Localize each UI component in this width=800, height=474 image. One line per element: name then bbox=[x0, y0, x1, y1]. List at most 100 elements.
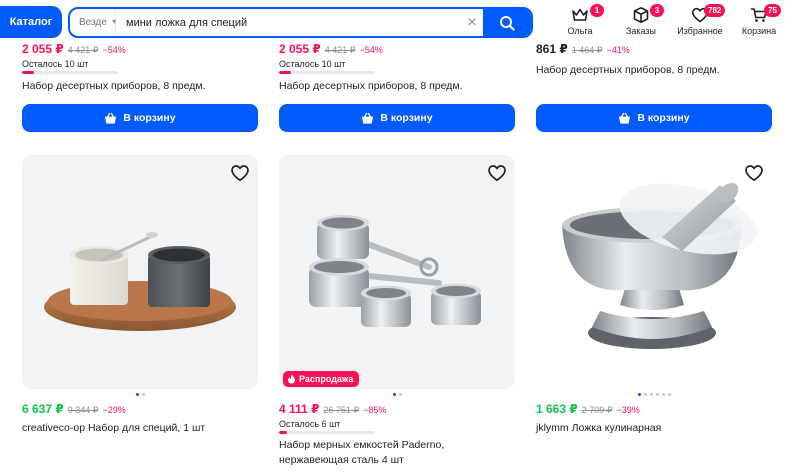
favorite-heart-icon[interactable] bbox=[487, 163, 507, 183]
product-title[interactable]: Набор десертных приборов, 8 предм. bbox=[279, 79, 515, 94]
catalog-button[interactable]: Каталог bbox=[0, 6, 62, 38]
search-scope-label: Везде bbox=[79, 17, 107, 28]
discount: −54% bbox=[102, 45, 126, 55]
orders-badge: 3 bbox=[650, 4, 664, 17]
product-title[interactable]: Набор мерных емкостей Paderno, нержавеющ… bbox=[279, 438, 515, 468]
nav-favorites-label: Избранное bbox=[677, 26, 723, 36]
add-to-cart-button[interactable]: В корзину bbox=[22, 104, 258, 132]
spice-jar-set-image bbox=[44, 232, 236, 331]
current-price: 6 637 ₽ bbox=[22, 402, 64, 416]
stock-bar bbox=[22, 71, 118, 74]
price-row: 1 663 ₽ 2 709 ₽ −39% bbox=[536, 402, 772, 416]
product-card[interactable]: 2 055 ₽ 4 421 ₽ −54% Осталось 10 шт Набо… bbox=[279, 42, 515, 94]
price-row: 6 637 ₽ 9 344 ₽ −29% bbox=[22, 402, 258, 416]
search-button[interactable] bbox=[483, 9, 531, 36]
sale-badge: Распродажа bbox=[283, 371, 360, 387]
header: Каталог Везде ▼ мини ложка для специй × … bbox=[0, 0, 800, 42]
nav-orders-label: Заказы bbox=[625, 26, 657, 36]
image-carousel-dots[interactable] bbox=[22, 393, 258, 396]
mortar-and-pestle-image bbox=[562, 183, 757, 349]
product-image[interactable] bbox=[279, 155, 515, 389]
stock-text: Осталось 10 шт bbox=[22, 59, 89, 69]
add-to-cart-label: В корзину bbox=[637, 112, 690, 124]
old-price: 4 421 ₽ bbox=[67, 45, 99, 55]
search-icon bbox=[500, 15, 515, 31]
current-price: 4 111 ₽ bbox=[279, 402, 320, 416]
favorite-heart-icon[interactable] bbox=[230, 163, 250, 183]
basket-icon bbox=[105, 112, 117, 124]
product-image[interactable] bbox=[536, 155, 772, 389]
product-image[interactable] bbox=[22, 155, 258, 389]
search-bar: Везде ▼ мини ложка для специй × bbox=[68, 7, 533, 38]
clear-icon[interactable]: × bbox=[461, 14, 483, 31]
price-row: 861 ₽ 1 464 ₽ −41% bbox=[536, 42, 772, 56]
box-icon bbox=[633, 7, 649, 23]
current-price: 2 055 ₽ bbox=[22, 42, 64, 56]
add-to-cart-button[interactable]: В корзину bbox=[536, 104, 772, 132]
carousel-dot[interactable] bbox=[637, 393, 641, 396]
carousel-dot[interactable] bbox=[667, 393, 671, 396]
old-price: 4 421 ₽ bbox=[324, 45, 356, 55]
add-to-cart-label: В корзину bbox=[380, 112, 433, 124]
product-card[interactable]: 2 055 ₽ 4 421 ₽ −54% Осталось 10 шт Набо… bbox=[22, 42, 258, 94]
add-to-cart-button[interactable]: В корзину bbox=[279, 104, 515, 132]
carousel-dot[interactable] bbox=[643, 393, 647, 396]
nav-cart-label: Корзина bbox=[741, 26, 777, 36]
carousel-dot[interactable] bbox=[649, 393, 653, 396]
price-row: 2 055 ₽ 4 421 ₽ −54% bbox=[279, 42, 515, 56]
product-card[interactable]: 4 111 ₽ 26 751 ₽ −85% Осталось 6 шт Набо… bbox=[279, 402, 515, 468]
nav-favorites[interactable]: Избранное 782 bbox=[674, 4, 726, 40]
measuring-cups-image bbox=[309, 215, 481, 327]
add-to-cart-label: В корзину bbox=[123, 112, 176, 124]
current-price: 1 663 ₽ bbox=[536, 402, 578, 416]
cart-badge: 75 bbox=[764, 4, 781, 17]
product-title[interactable]: Набор десертных приборов, 8 предм. bbox=[22, 79, 258, 94]
old-price: 2 709 ₽ bbox=[581, 405, 613, 415]
nav-orders[interactable]: Заказы 3 bbox=[620, 4, 664, 40]
stock-text: Осталось 6 шт bbox=[279, 419, 341, 429]
old-price: 9 344 ₽ bbox=[67, 405, 99, 415]
sale-badge-label: Распродажа bbox=[299, 374, 354, 384]
search-scope-dropdown[interactable]: Везде ▼ bbox=[70, 9, 118, 36]
image-carousel-dots[interactable] bbox=[279, 393, 515, 396]
image-carousel-dots[interactable] bbox=[536, 393, 772, 396]
flame-icon bbox=[288, 374, 295, 384]
carousel-dot[interactable] bbox=[135, 393, 139, 396]
product-card[interactable]: 1 663 ₽ 2 709 ₽ −39% jklymm Ложка кулина… bbox=[536, 402, 772, 436]
favorite-heart-icon[interactable] bbox=[744, 163, 764, 183]
stock-fill bbox=[22, 71, 34, 74]
discount: −85% bbox=[363, 405, 387, 415]
current-price: 2 055 ₽ bbox=[279, 42, 321, 56]
stock-bar bbox=[279, 431, 375, 434]
product-card[interactable]: 6 637 ₽ 9 344 ₽ −29% creativeco-op Набор… bbox=[22, 402, 258, 436]
price-row: 2 055 ₽ 4 421 ₽ −54% bbox=[22, 42, 258, 56]
discount: −54% bbox=[359, 45, 383, 55]
product-title[interactable]: creativeco-op Набор для специй, 1 шт bbox=[22, 421, 258, 436]
carousel-dot[interactable] bbox=[141, 393, 145, 396]
carousel-dot[interactable] bbox=[661, 393, 665, 396]
carousel-dot[interactable] bbox=[398, 393, 402, 396]
carousel-dot[interactable] bbox=[655, 393, 659, 396]
price-row: 4 111 ₽ 26 751 ₽ −85% bbox=[279, 402, 515, 416]
old-price: 1 464 ₽ bbox=[571, 45, 603, 55]
product-title[interactable]: jklymm Ложка кулинарная bbox=[536, 421, 772, 436]
favorites-badge: 782 bbox=[704, 4, 726, 17]
stock-fill bbox=[279, 71, 291, 74]
stock-bar bbox=[279, 71, 375, 74]
nav-cart[interactable]: Корзина 75 bbox=[738, 4, 781, 40]
product-title[interactable]: Набор десертных приборов, 8 предм. bbox=[536, 63, 772, 78]
discount: −39% bbox=[616, 405, 640, 415]
current-price: 861 ₽ bbox=[536, 42, 568, 56]
basket-icon bbox=[619, 112, 631, 124]
product-card[interactable]: 861 ₽ 1 464 ₽ −41% Набор десертных прибо… bbox=[536, 42, 772, 78]
basket-icon bbox=[362, 112, 374, 124]
stock-fill bbox=[279, 431, 287, 434]
discount: −41% bbox=[606, 45, 630, 55]
crown-icon bbox=[572, 8, 588, 21]
nav-profile-label: Ольга bbox=[567, 26, 593, 36]
profile-badge: 1 bbox=[590, 4, 604, 17]
old-price: 26 751 ₽ bbox=[323, 405, 360, 415]
search-input[interactable]: мини ложка для специй bbox=[116, 17, 461, 29]
nav-profile[interactable]: Ольга 1 bbox=[560, 4, 604, 40]
carousel-dot[interactable] bbox=[392, 393, 396, 396]
